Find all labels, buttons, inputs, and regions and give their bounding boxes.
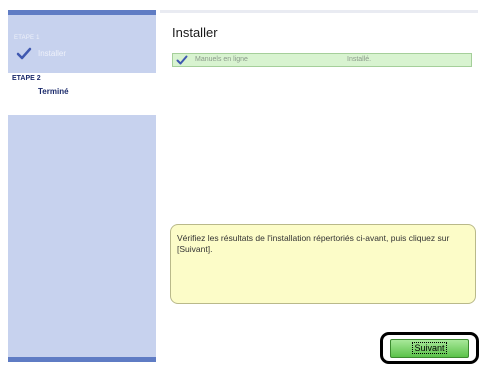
step-2: ETAPE 2 Terminé [8,73,156,115]
result-row: Manuels en ligne Installé. [172,53,472,67]
check-icon [16,47,32,60]
step-1: ETAPE 1 Installer [8,33,156,71]
top-divider [160,10,478,13]
result-item-status: Installé. [347,56,372,63]
next-button[interactable]: Suivant [390,339,469,358]
step-1-number: ETAPE 1 [14,35,40,41]
instruction-box: Vérifiez les résultats de l'installation… [170,224,476,304]
check-icon [176,55,188,65]
result-item-name: Manuels en ligne [195,56,248,63]
step-2-label: Terminé [38,87,69,96]
instruction-text: Vérifiez les résultats de l'installation… [177,233,450,254]
step-1-label: Installer [38,49,67,58]
page-title: Installer [172,25,218,40]
step-2-number: ETAPE 2 [12,75,41,82]
steps-sidebar: ETAPE 1 Installer ETAPE 2 Terminé [8,10,156,362]
installer-window: ETAPE 1 Installer ETAPE 2 Terminé Instal… [0,0,482,366]
next-button-label: Suivant [412,342,447,354]
